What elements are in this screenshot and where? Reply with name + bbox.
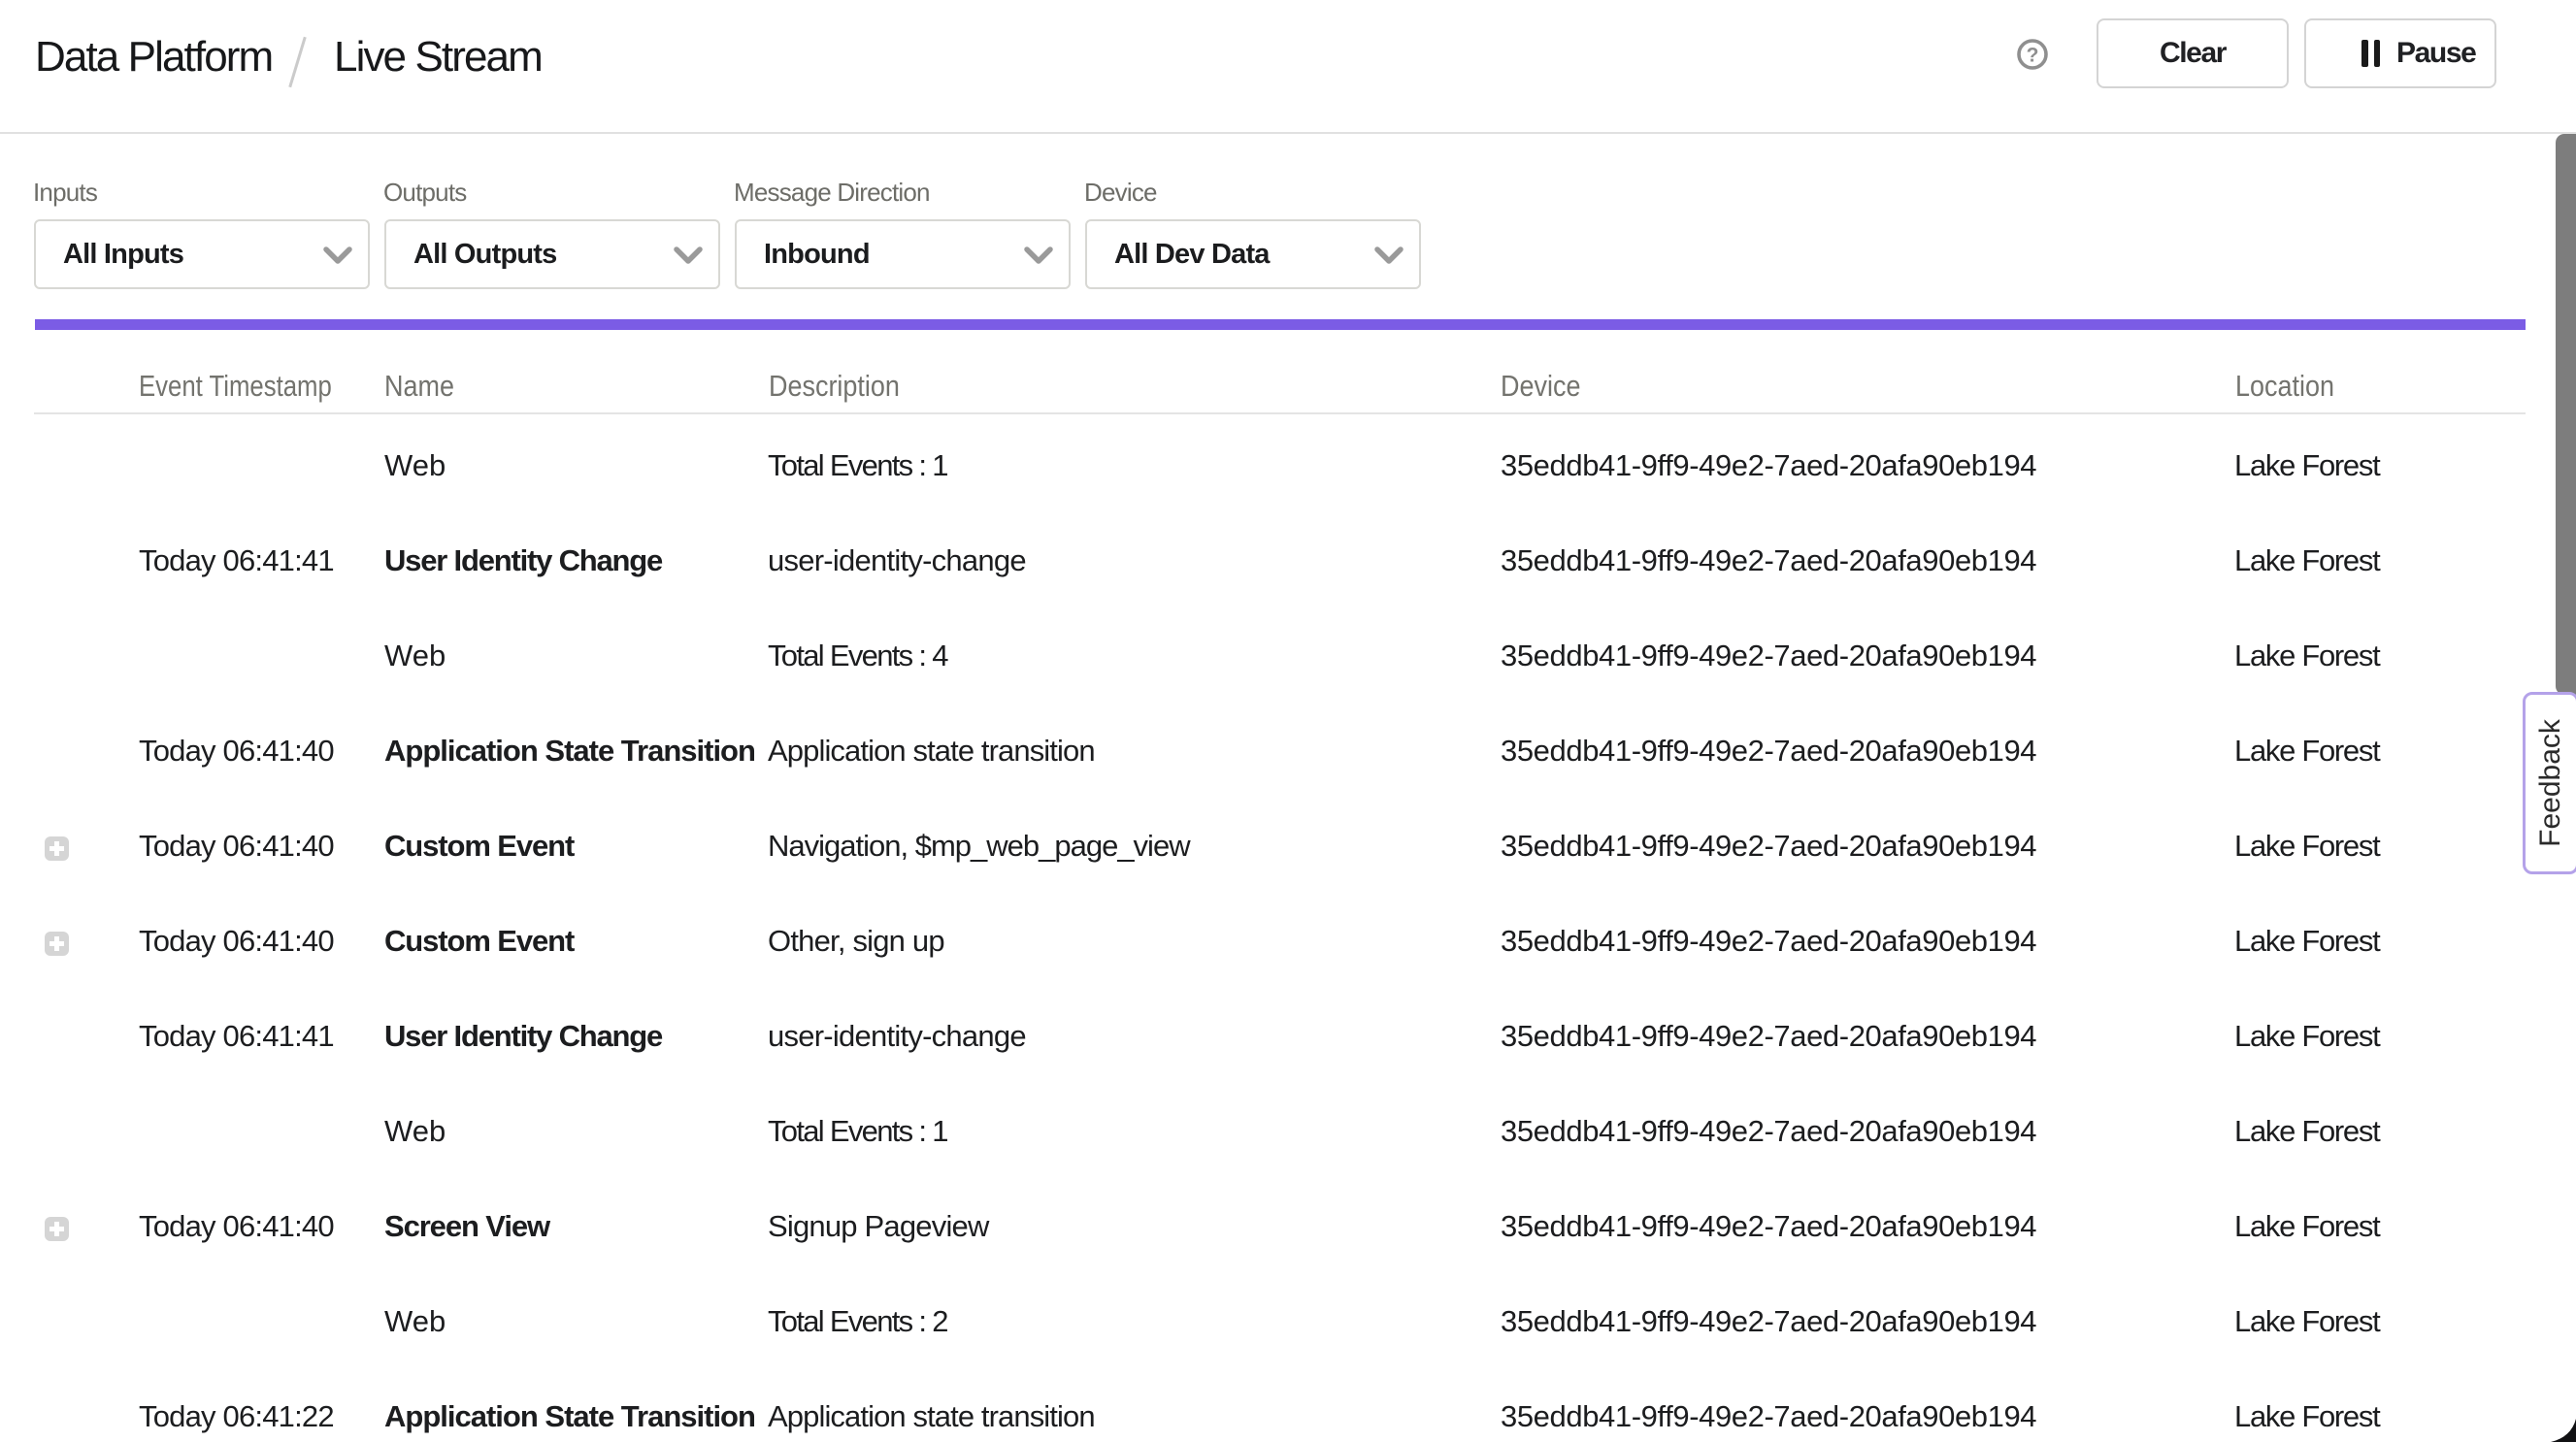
svg-text:?: ? <box>2027 45 2039 67</box>
